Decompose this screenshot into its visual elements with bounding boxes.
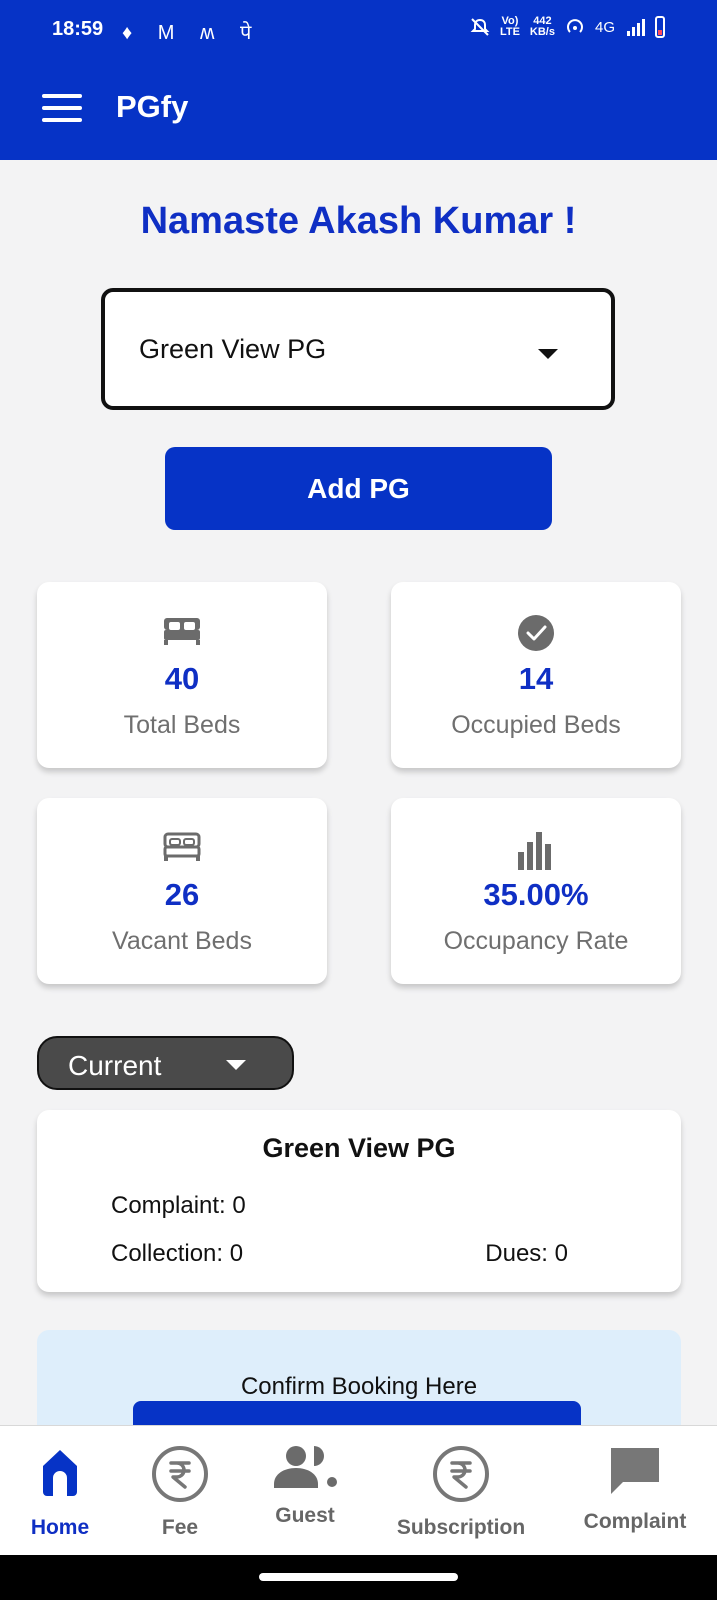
greeting-title: Namaste Akash Kumar !	[140, 200, 577, 242]
status-bar: 18:59 ♦ M ʍ पे Vo) LTE 442 KB/s 4G	[0, 0, 717, 60]
bed-outline-icon	[163, 832, 201, 861]
pg-summary-card: Green View PG Complaint: 0 Collection: 0…	[37, 1110, 681, 1292]
stat-value: 40	[164, 661, 200, 696]
nav-guest[interactable]: Guest	[255, 1426, 355, 1556]
nav-label: Complaint	[583, 1510, 687, 1533]
guest-icon	[274, 1446, 337, 1488]
nav-fee[interactable]: Fee	[135, 1426, 225, 1556]
period-select-dropdown[interactable]: Current	[37, 1036, 294, 1090]
mute-bell-icon	[470, 18, 490, 36]
nav-complaint[interactable]: Complaint	[575, 1426, 695, 1556]
battery-icon	[655, 16, 665, 38]
add-pg-button[interactable]: Add PG	[165, 447, 552, 530]
nav-subscription[interactable]: Subscription	[391, 1426, 531, 1556]
stat-label: Occupancy Rate	[443, 927, 629, 955]
volte-label: Vo) LTE	[499, 15, 520, 38]
summary-title: Green View PG	[262, 1133, 456, 1163]
stat-label: Occupied Beds	[451, 711, 621, 739]
system-nav-bar	[0, 1555, 717, 1600]
app-bar: PGfy	[0, 60, 717, 160]
stat-value: 26	[164, 877, 200, 912]
chevron-down-icon	[538, 349, 558, 359]
network-type: 4G	[594, 18, 615, 36]
chat-icon	[611, 1448, 659, 1494]
booking-text: Confirm Booking Here	[240, 1373, 478, 1400]
nav-label: Fee	[161, 1516, 199, 1539]
stat-label: Vacant Beds	[112, 927, 252, 955]
nav-label: Subscription	[396, 1516, 526, 1539]
bar-chart-icon	[518, 832, 551, 870]
rupee-icon	[152, 1446, 208, 1502]
status-time: 18:59	[52, 18, 104, 40]
hotspot-icon	[567, 19, 583, 33]
period-select-value: Current	[68, 1050, 162, 1081]
stat-value: 35.00%	[483, 877, 589, 912]
stat-card-vacant-beds: 26 Vacant Beds	[37, 798, 327, 984]
stat-card-total-beds: 40 Total Beds	[37, 582, 327, 768]
bottom-nav: Home Fee Guest Subscription Complaint	[0, 1425, 717, 1556]
stat-label: Total Beds	[123, 711, 241, 739]
app-title: PGfy	[116, 89, 189, 124]
status-right-icons: Vo) LTE 442 KB/s 4G	[470, 16, 665, 38]
home-icon	[43, 1450, 77, 1496]
network-speed: 442 KB/s	[529, 15, 555, 38]
stat-card-occupied-beds: 14 Occupied Beds	[391, 582, 681, 768]
stat-card-occupancy-rate: 35.00% Occupancy Rate	[391, 798, 681, 984]
summary-dues: Dues: 0	[485, 1240, 568, 1267]
bed-icon	[164, 618, 200, 645]
stat-value: 14	[518, 661, 554, 696]
menu-icon[interactable]	[42, 94, 82, 124]
nav-home[interactable]: Home	[15, 1426, 105, 1556]
nav-label: Home	[30, 1516, 90, 1539]
pg-select-dropdown[interactable]: Green View PG	[101, 288, 615, 410]
summary-collection: Collection: 0	[111, 1240, 244, 1267]
notification-icons: ♦ M ʍ पे	[122, 22, 262, 44]
check-circle-icon	[518, 615, 554, 651]
summary-complaint: Complaint: 0	[111, 1192, 246, 1219]
home-gesture-handle[interactable]	[259, 1573, 458, 1581]
signal-icon	[627, 19, 645, 36]
rupee-icon	[433, 1446, 489, 1502]
pg-select-value: Green View PG	[139, 334, 327, 364]
nav-label: Guest	[275, 1504, 335, 1527]
chevron-down-icon	[226, 1060, 246, 1070]
